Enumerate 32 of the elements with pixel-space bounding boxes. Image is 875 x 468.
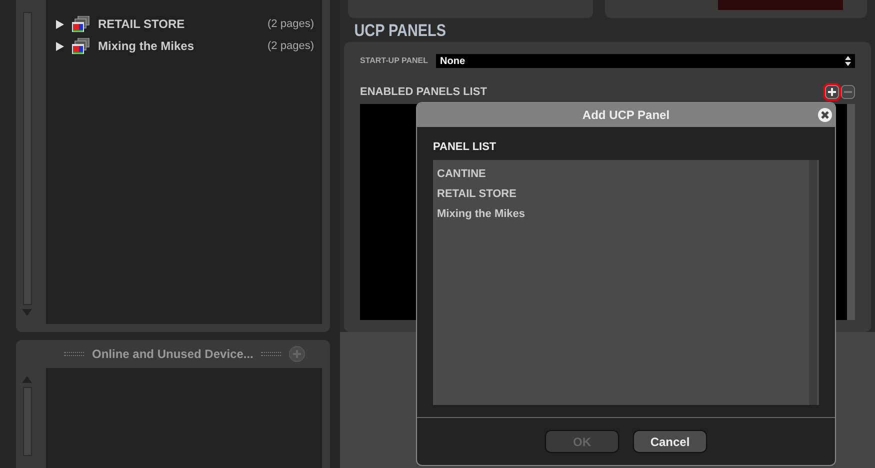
dialog-button[interactable]: Cancel [633,430,707,453]
section-title: UCP PANELS [353,20,448,42]
plus-icon [828,88,836,96]
panel-page-icon [72,38,90,54]
add-icon[interactable] [289,346,306,362]
scrollbar-track[interactable] [847,104,855,320]
scrollbar-track[interactable] [22,12,32,305]
panel-page-icon [72,16,90,32]
field-label: START-UP PANEL [360,55,428,67]
page-count: (2 pages) [268,38,314,54]
panel-name[interactable]: Mixing the Mikes [98,37,260,55]
page-count: (2 pages) [268,16,314,32]
add-button[interactable] [825,85,839,99]
close-icon[interactable] [818,108,832,122]
scroll-down-arrow-icon[interactable] [22,309,32,316]
list-item[interactable]: Mixing the Mikes [433,204,809,224]
panel-name[interactable]: RETAIL STORE [98,15,260,33]
expand-triangle-icon[interactable] [56,20,64,28]
list-label: PANEL LIST [433,140,498,155]
gateway-field[interactable] [718,0,843,10]
startup-select[interactable]: None [436,54,855,68]
dialog-title: Add UCP Panel [582,107,670,124]
expand-triangle-icon[interactable] [56,42,64,50]
minus-icon [844,88,852,96]
list-label: ENABLED PANELS LIST [360,84,487,100]
panel-title: Online and Unused Device... [92,346,254,363]
scroll-up-arrow-icon[interactable] [22,376,32,383]
list-item[interactable]: CANTINE [433,164,809,184]
list-item[interactable]: RETAIL STORE [433,184,809,204]
scrollbar-track[interactable] [809,160,817,404]
updown-arrows-icon [845,56,851,66]
scrollbar-track[interactable] [22,387,32,456]
